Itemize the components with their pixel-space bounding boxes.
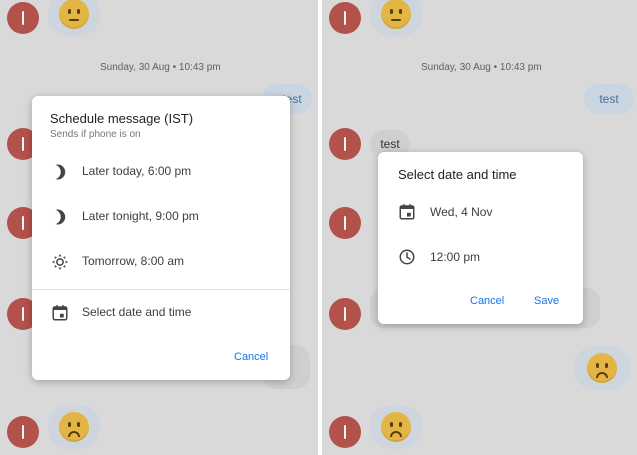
cancel-button[interactable]: Cancel bbox=[234, 351, 268, 363]
select-date-time-dialog: Select date and time Wed, 4 Nov 12:00 pm… bbox=[378, 152, 583, 324]
worried-face-emoji-icon bbox=[59, 412, 89, 442]
worried-face-emoji-icon bbox=[381, 412, 411, 442]
message-timestamp: Sunday, 30 Aug • 10:43 pm bbox=[421, 62, 542, 73]
option-label: Select date and time bbox=[82, 305, 192, 319]
contact-avatar[interactable] bbox=[329, 416, 361, 448]
neutral-face-emoji-icon bbox=[381, 0, 411, 29]
divider bbox=[32, 289, 290, 290]
save-button[interactable]: Save bbox=[534, 295, 559, 307]
contact-avatar[interactable] bbox=[7, 2, 39, 34]
sent-message-text: test bbox=[599, 92, 619, 106]
emoji-message bbox=[370, 0, 422, 36]
selected-date: Wed, 4 Nov bbox=[430, 205, 493, 219]
clock-icon bbox=[399, 249, 415, 265]
contact-avatar[interactable] bbox=[329, 128, 361, 160]
right-screen: Sunday, 30 Aug • 10:43 pm test test Sele… bbox=[322, 0, 637, 455]
schedule-message-dialog: Schedule message (IST) Sends if phone is… bbox=[32, 96, 290, 380]
received-message-text: test bbox=[380, 137, 400, 151]
emoji-message bbox=[370, 405, 422, 449]
sun-gear-icon bbox=[52, 254, 68, 270]
selected-time: 12:00 pm bbox=[430, 250, 481, 264]
contact-avatar[interactable] bbox=[329, 298, 361, 330]
contact-avatar[interactable] bbox=[329, 2, 361, 34]
option-later-today[interactable]: Later today, 6:00 pm bbox=[32, 152, 290, 192]
dialog-title: Select date and time bbox=[398, 167, 517, 182]
option-label: Tomorrow, 8:00 am bbox=[82, 254, 185, 268]
neutral-face-emoji-icon bbox=[59, 0, 89, 29]
dialog-subtitle: Sends if phone is on bbox=[50, 129, 141, 140]
calendar-icon bbox=[52, 305, 68, 321]
moon-icon bbox=[55, 164, 66, 180]
time-picker-row[interactable]: 12:00 pm bbox=[378, 242, 583, 272]
option-label: Later today, 6:00 pm bbox=[82, 164, 192, 178]
emoji-message bbox=[574, 346, 630, 390]
option-tomorrow[interactable]: Tomorrow, 8:00 am bbox=[32, 242, 290, 282]
option-later-tonight[interactable]: Later tonight, 9:00 pm bbox=[32, 197, 290, 237]
option-label: Later tonight, 9:00 pm bbox=[82, 209, 199, 223]
date-picker-row[interactable]: Wed, 4 Nov bbox=[378, 197, 583, 227]
cancel-button[interactable]: Cancel bbox=[470, 295, 504, 307]
contact-avatar[interactable] bbox=[329, 207, 361, 239]
dialog-title: Schedule message (IST) bbox=[50, 111, 194, 126]
moon-icon bbox=[55, 209, 66, 225]
message-timestamp: Sunday, 30 Aug • 10:43 pm bbox=[100, 62, 221, 73]
left-screen: Sunday, 30 Aug • 10:43 pm test Schedule … bbox=[0, 0, 318, 455]
emoji-message bbox=[48, 0, 100, 36]
sent-message-bubble[interactable]: test bbox=[584, 84, 634, 114]
contact-avatar[interactable] bbox=[7, 416, 39, 448]
option-select-date-time[interactable]: Select date and time bbox=[32, 293, 290, 333]
calendar-icon bbox=[399, 204, 415, 220]
worried-face-emoji-icon bbox=[587, 353, 617, 383]
emoji-message bbox=[48, 405, 100, 449]
